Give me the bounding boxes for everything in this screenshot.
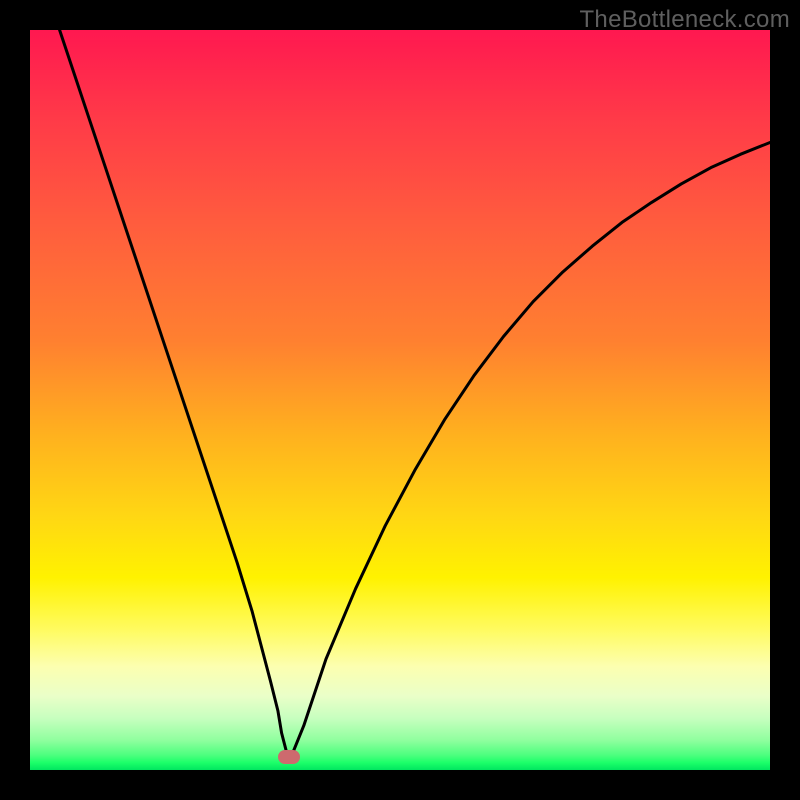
chart-minimum-marker [278, 750, 300, 764]
chart-plot-area [30, 30, 770, 770]
chart-curve [60, 30, 770, 753]
chart-curve-svg [30, 30, 770, 770]
watermark-text: TheBottleneck.com [579, 6, 790, 34]
